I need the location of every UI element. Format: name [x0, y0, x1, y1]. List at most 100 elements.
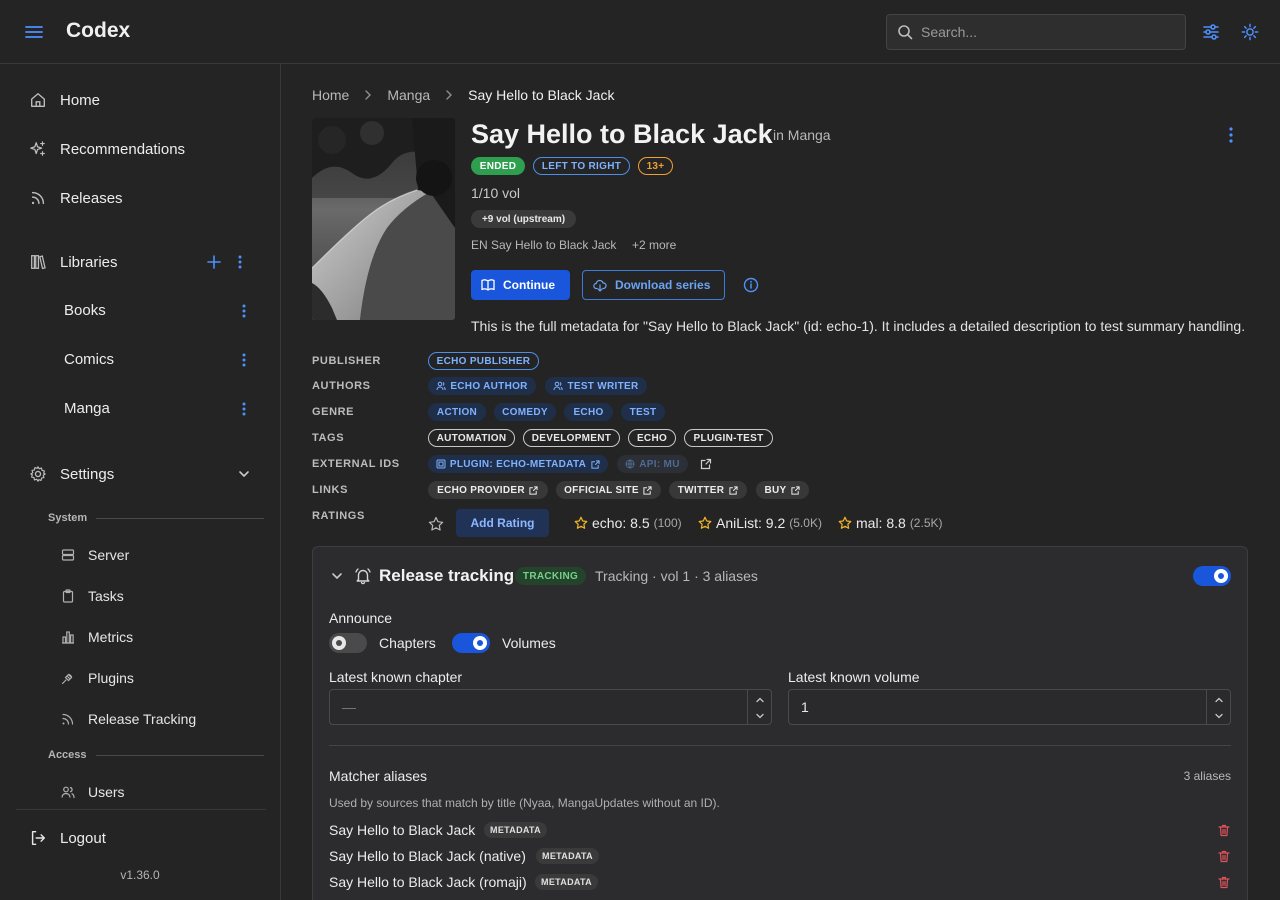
sidebar-item-label: Settings [60, 465, 115, 483]
chevron-up-icon[interactable] [1213, 694, 1225, 706]
library-more-icon[interactable] [234, 350, 254, 370]
link-text: TWITTER [677, 484, 725, 496]
latest-chapter-input[interactable] [342, 690, 722, 724]
genre-chip[interactable]: TEST [621, 403, 665, 421]
announce-chapters-toggle[interactable] [329, 633, 367, 653]
genre-chip[interactable]: ACTION [428, 403, 486, 421]
author-chip[interactable]: ECHO AUTHOR [428, 377, 536, 395]
upstream-badge: +9 vol (upstream) [471, 210, 576, 228]
sidebar-item-plugins[interactable]: Plugins [44, 660, 266, 696]
globe-icon [625, 459, 635, 469]
tag-chip[interactable]: DEVELOPMENT [523, 429, 620, 447]
latest-chapter-field[interactable] [329, 689, 772, 725]
genre-chip[interactable]: ECHO [564, 403, 613, 421]
trash-icon[interactable] [1217, 875, 1231, 889]
library-more-icon[interactable] [234, 301, 254, 321]
sidebar-item-label: Logout [60, 829, 106, 847]
info-icon[interactable] [742, 276, 760, 294]
rss-icon [28, 188, 48, 208]
filter-settings-icon[interactable] [1200, 21, 1222, 43]
reading-direction-badge: LEFT TO RIGHT [533, 157, 630, 175]
sidebar-footer-divider [16, 809, 266, 810]
sidebar-item-settings[interactable]: Settings [16, 454, 266, 494]
author-name: ECHO AUTHOR [450, 380, 528, 392]
rating-value: AniList: 9.2 [716, 515, 786, 531]
series-summary: This is the full metadata for "Say Hello… [471, 318, 1246, 334]
link-chip[interactable]: TWITTER [669, 481, 747, 499]
sidebar-item-recommendations[interactable]: Recommendations [16, 129, 266, 169]
app-header: Codex [0, 0, 1280, 64]
sidebar-item-release-tracking[interactable]: Release Tracking [44, 701, 266, 737]
tracking-enabled-toggle[interactable] [1193, 566, 1231, 586]
trash-icon[interactable] [1217, 823, 1231, 837]
chevron-up-icon[interactable] [754, 694, 766, 706]
sidebar-library-books[interactable]: Books [16, 291, 266, 331]
sidebar-item-libraries[interactable]: Libraries [16, 242, 266, 282]
chapters-label: Chapters [379, 635, 436, 651]
edit-link-icon[interactable] [699, 457, 713, 471]
menu-icon[interactable] [22, 20, 46, 44]
link-chip[interactable]: OFFICIAL SITE [556, 481, 661, 499]
alias-text: Say Hello to Black Jack (romaji) [329, 874, 527, 890]
more-vertical-icon[interactable] [1221, 125, 1241, 145]
bell-icon [354, 567, 372, 585]
star-icon [574, 516, 588, 530]
alias-text: Say Hello to Black Jack (native) [329, 848, 526, 864]
chapter-stepper[interactable] [747, 690, 771, 724]
continue-button-label: Continue [503, 278, 555, 292]
external-id-text: PLUGIN: ECHO-METADATA [449, 458, 587, 470]
chevron-down-icon[interactable] [1213, 710, 1225, 722]
genre-chip[interactable]: COMEDY [494, 403, 556, 421]
latest-volume-field[interactable] [788, 689, 1231, 725]
link-chip[interactable]: BUY [756, 481, 809, 499]
series-cover-image[interactable] [312, 118, 455, 320]
alternate-titles-more[interactable]: +2 more [632, 238, 676, 252]
volume-stepper[interactable] [1206, 690, 1230, 724]
theme-toggle-icon[interactable] [1239, 21, 1261, 43]
continue-button[interactable]: Continue [471, 270, 570, 300]
sidebar-item-metrics[interactable]: Metrics [44, 619, 266, 655]
announce-volumes-toggle[interactable] [452, 633, 490, 653]
latest-volume-input[interactable] [801, 690, 1181, 724]
sidebar-item-users[interactable]: Users [44, 774, 266, 810]
link-text: BUY [764, 484, 787, 496]
age-rating-badge: 13+ [638, 157, 673, 175]
add-rating-button[interactable]: Add Rating [456, 509, 549, 537]
aliases-note: Used by sources that match by title (Nya… [329, 796, 720, 810]
status-badge: ENDED [471, 157, 525, 175]
tag-chip[interactable]: PLUGIN-TEST [684, 429, 773, 447]
libraries-more-icon[interactable] [230, 252, 250, 272]
sidebar-item-server[interactable]: Server [44, 537, 266, 573]
author-chip[interactable]: TEST WRITER [545, 377, 647, 395]
series-library-link[interactable]: in Manga [773, 127, 831, 143]
chevron-down-icon[interactable] [329, 568, 345, 584]
announce-label: Announce [329, 610, 393, 626]
app-brand[interactable]: Codex [66, 19, 130, 43]
home-icon [28, 90, 48, 110]
sidebar-item-tasks[interactable]: Tasks [44, 578, 266, 614]
breadcrumb-home[interactable]: Home [312, 87, 349, 103]
trash-icon[interactable] [1217, 849, 1231, 863]
link-chip[interactable]: ECHO PROVIDER [428, 481, 548, 499]
sidebar-item-home[interactable]: Home [16, 80, 266, 120]
chevron-down-icon[interactable] [754, 710, 766, 722]
sidebar-library-manga[interactable]: Manga [16, 389, 266, 429]
external-id-chip[interactable]: API: MU [617, 455, 688, 473]
external-id-chip[interactable]: PLUGIN: ECHO-METADATA [428, 455, 608, 473]
server-icon [60, 547, 76, 563]
publisher-chip[interactable]: ECHO PUBLISHER [428, 352, 539, 370]
sidebar-library-comics[interactable]: Comics [16, 340, 266, 380]
logout-button[interactable]: Logout [16, 818, 266, 858]
sidebar-item-releases[interactable]: Releases [16, 178, 266, 218]
search-input[interactable] [921, 15, 1179, 49]
star-outline-icon[interactable] [427, 515, 445, 533]
add-library-icon[interactable] [204, 252, 224, 272]
plugin-icon [436, 459, 446, 469]
download-series-button[interactable]: Download series [582, 270, 725, 300]
sidebar-item-label: Release Tracking [88, 711, 197, 727]
library-more-icon[interactable] [234, 399, 254, 419]
breadcrumb-library[interactable]: Manga [387, 87, 430, 103]
tag-chip[interactable]: ECHO [628, 429, 676, 447]
search-box[interactable] [886, 14, 1186, 50]
tag-chip[interactable]: AUTOMATION [428, 429, 515, 447]
